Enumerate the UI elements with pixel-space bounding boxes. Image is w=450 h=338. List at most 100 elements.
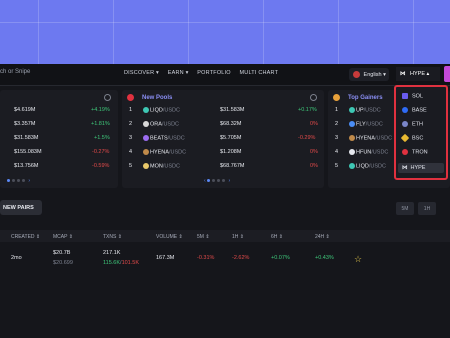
rank: 3 — [335, 135, 339, 141]
timeframe-1h-button[interactable]: 1H — [418, 202, 436, 215]
tron-icon — [402, 149, 408, 155]
rank: 5 — [335, 163, 339, 169]
pair-quote: /USDC — [162, 163, 180, 170]
clock-icon[interactable] — [104, 94, 111, 101]
nav-multi-chart[interactable]: MULTI CHART — [240, 70, 279, 76]
chain-option-label: HYPE — [410, 165, 426, 171]
top-bar: ch or Snipe DISCOVER ▾ EARN ▾ PORTFOLIO … — [0, 64, 450, 86]
chain-option-bsc[interactable]: BSC — [400, 133, 424, 145]
list-item[interactable]: 5 MON/USDC $68.767M 0% — [122, 163, 324, 175]
carousel-pager: › — [7, 178, 30, 184]
pager-dot[interactable] — [22, 179, 25, 183]
rank: 2 — [335, 121, 339, 127]
list-item[interactable]: 4 HYENA/USDC $1.208M 0% — [122, 149, 324, 161]
chevron-left-icon[interactable]: ‹ — [204, 178, 206, 184]
language-selector[interactable]: English ▾ — [349, 68, 389, 81]
pager-dot[interactable] — [12, 179, 15, 183]
mcap-value: $68.32M — [220, 121, 242, 127]
chevron-right-icon[interactable]: › — [28, 178, 30, 184]
app-window: ch or Snipe DISCOVER ▾ EARN ▾ PORTFOLIO … — [0, 64, 450, 338]
col-24h[interactable]: 24H ⇕ — [315, 234, 330, 240]
rank: 1 — [335, 107, 339, 113]
token-icon — [349, 135, 355, 141]
pair-symbol: UP — [356, 107, 364, 114]
chain-option-eth[interactable]: ETH — [402, 121, 423, 131]
col-created[interactable]: CREATED ⇕ — [11, 234, 40, 240]
mcap-value: $13.756M — [14, 163, 39, 169]
token-icon — [349, 149, 355, 155]
change-value: +4.19% — [91, 107, 110, 113]
timeframe-5m-button[interactable]: 5M — [396, 202, 414, 215]
pager-dot[interactable] — [17, 179, 20, 183]
mcap-value: $5.705M — [220, 135, 242, 141]
hyperliquid-icon: ⋈ — [402, 165, 408, 171]
pager-dot[interactable] — [212, 179, 216, 183]
list-item[interactable]: $31.583M +1.5% — [0, 135, 118, 147]
change-1h-cell: -2.62% — [232, 255, 250, 261]
change-value: -0.29% — [298, 135, 316, 141]
search-input[interactable]: ch or Snipe — [0, 69, 30, 75]
rank: 4 — [129, 149, 133, 155]
clock-icon[interactable] — [310, 94, 317, 101]
language-label: English ▾ — [363, 71, 386, 78]
base-icon — [402, 107, 408, 113]
list-item[interactable]: $13.756M -0.59% — [0, 163, 118, 175]
col-1h[interactable]: 1H ⇕ — [232, 234, 244, 240]
mcap-value: $3.357M — [14, 121, 36, 127]
chain-option-base[interactable]: BASE — [402, 107, 427, 117]
chain-option-label: BSC — [412, 135, 424, 142]
chain-option-sol[interactable]: SOL — [402, 93, 423, 103]
connect-button[interactable] — [444, 66, 450, 82]
chain-label: HYPE ▴ — [410, 71, 430, 77]
new-pairs-tab[interactable]: NEW PAIRS — [0, 200, 42, 215]
solana-icon — [402, 93, 408, 99]
carousel-pager: ‹ › — [204, 178, 230, 184]
mcap-value: $31.583M — [14, 135, 39, 141]
panel-title: New Pools — [142, 95, 173, 101]
list-item[interactable]: $155.083M -0.27% — [0, 149, 118, 161]
col-5m[interactable]: 5M ⇕ — [197, 234, 210, 240]
pager-dot[interactable] — [207, 179, 211, 183]
col-txns[interactable]: TXNS ⇕ — [103, 234, 122, 240]
token-icon — [349, 121, 355, 127]
list-item[interactable]: $3.357M +1.81% — [0, 121, 118, 133]
rank: 4 — [335, 149, 339, 155]
chevron-right-icon[interactable]: › — [228, 178, 230, 184]
star-icon[interactable]: ☆ — [354, 254, 362, 265]
chain-selector[interactable]: ⋈ HYPE ▴ — [396, 67, 440, 81]
token-icon — [143, 107, 149, 113]
pager-dot[interactable] — [7, 179, 10, 183]
pair-quote: /USDC — [371, 149, 389, 156]
pair-symbol: BEATS — [150, 135, 168, 142]
nav-earn[interactable]: EARN ▾ — [168, 70, 189, 76]
pair-symbol: LIQD — [356, 163, 369, 170]
pager-dot[interactable] — [222, 179, 226, 183]
pager-dot[interactable] — [217, 179, 221, 183]
pairs-table-header: CREATED ⇕ MCAP ⇕ TXNS ⇕ VOLUME ⇕ 5M ⇕ 1H… — [0, 230, 450, 242]
chain-dropdown: SOL BASE ETH BSC TRON ⋈ HYPE — [394, 85, 448, 180]
pair-quote: /USDC — [365, 121, 383, 128]
mcap-value: $155.083M — [14, 149, 42, 155]
list-item[interactable]: 1 LIQD/USDC $31.583M +0.17% — [122, 107, 324, 119]
rank: 3 — [129, 135, 133, 141]
panel-title: Top Gainers — [348, 95, 383, 101]
chain-option-tron[interactable]: TRON — [402, 149, 428, 159]
table-row[interactable]: 2mo $20.7B $20.699 217.1K 115.6K/101.5K … — [0, 246, 450, 276]
pair-quote: /USDC — [168, 149, 187, 156]
col-6h[interactable]: 6H ⇕ — [271, 234, 283, 240]
pair-quote: /USDC — [363, 107, 381, 114]
list-item[interactable]: 3 BEATS/USDC $5.705M -0.29% — [122, 135, 324, 147]
pair-symbol: FLY — [356, 121, 366, 128]
nav-portfolio[interactable]: PORTFOLIO — [197, 70, 230, 76]
bnb-icon — [400, 133, 410, 143]
chain-option-hype[interactable]: ⋈ HYPE — [398, 163, 444, 173]
change-value: 0% — [310, 149, 318, 155]
nav-discover[interactable]: DISCOVER ▾ — [124, 70, 159, 76]
col-mcap[interactable]: MCAP ⇕ — [53, 234, 73, 240]
list-item[interactable]: $4.619M +4.19% — [0, 107, 118, 119]
change-value: +0.17% — [298, 107, 317, 113]
list-item[interactable]: 2 ORA/USDC $68.32M 0% — [122, 121, 324, 133]
chain-option-label: BASE — [412, 107, 427, 114]
mcap-value: $4.619M — [14, 107, 36, 113]
col-volume[interactable]: VOLUME ⇕ — [156, 234, 183, 240]
